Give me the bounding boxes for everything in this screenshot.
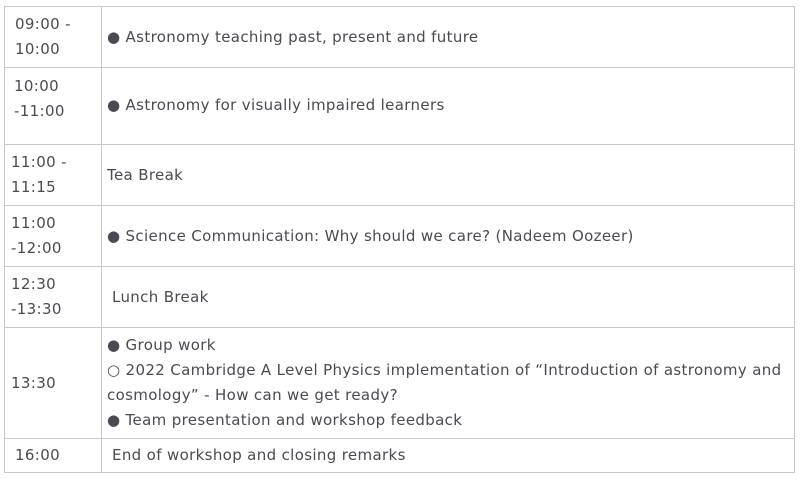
session-title: ● Science Communication: Why should we c… xyxy=(107,226,634,245)
time-end: -12:00 xyxy=(11,239,62,257)
table-row: 13:30 ● Group work ○ 2022 Cambridge A Le… xyxy=(4,327,795,439)
time-end: -13:30 xyxy=(11,300,62,318)
session-cell: End of workshop and closing remarks xyxy=(101,438,795,473)
session-cell: ● Astronomy teaching past, present and f… xyxy=(101,6,795,68)
session-title: Tea Break xyxy=(107,165,184,184)
session-item: ○ 2022 Cambridge A Level Physics impleme… xyxy=(107,361,782,404)
time-cell: 11:00 -12:00 xyxy=(4,205,102,267)
session-title: Lunch Break xyxy=(112,287,209,306)
time-cell: 11:00 - 11:15 xyxy=(4,144,102,206)
time-end: -11:00 xyxy=(14,102,65,120)
time-cell: 16:00 xyxy=(4,438,102,473)
time-start: 16:00 xyxy=(15,446,60,464)
time-cell: 13:30 xyxy=(4,327,102,439)
session-item: ● Group work xyxy=(107,336,216,354)
table-row: 16:00 End of workshop and closing remark… xyxy=(4,438,795,473)
session-title: ● Astronomy teaching past, present and f… xyxy=(107,27,479,46)
time-start: 13:30 xyxy=(11,373,56,392)
time-start: 12:30 xyxy=(11,275,56,293)
session-cell: ● Group work ○ 2022 Cambridge A Level Ph… xyxy=(101,327,795,439)
time-start: 11:00 - xyxy=(11,153,67,171)
session-title: ● Astronomy for visually impaired learne… xyxy=(107,96,445,114)
time-start: 09:00 - xyxy=(15,15,71,33)
time-end: 10:00 xyxy=(15,40,60,58)
time-end: 11:15 xyxy=(11,178,56,196)
schedule-table: 09:00 - 10:00 ● Astronomy teaching past,… xyxy=(4,6,795,473)
session-cell: Tea Break xyxy=(101,144,795,206)
table-row: 10:00 -11:00 ● Astronomy for visually im… xyxy=(4,67,795,145)
time-cell: 10:00 -11:00 xyxy=(4,67,102,145)
time-cell: 12:30 -13:30 xyxy=(4,266,102,328)
session-title: End of workshop and closing remarks xyxy=(112,446,406,464)
time-start: 11:00 xyxy=(11,214,56,232)
table-row: 11:00 -12:00 ● Science Communication: Wh… xyxy=(4,205,795,267)
table-row: 09:00 - 10:00 ● Astronomy teaching past,… xyxy=(4,6,795,68)
table-row: 11:00 - 11:15 Tea Break xyxy=(4,144,795,206)
time-start: 10:00 xyxy=(14,77,59,95)
session-item: ● Team presentation and workshop feedbac… xyxy=(107,411,463,429)
table-row: 12:30 -13:30 Lunch Break xyxy=(4,266,795,328)
session-cell: ● Astronomy for visually impaired learne… xyxy=(101,67,795,145)
session-cell: ● Science Communication: Why should we c… xyxy=(101,205,795,267)
time-cell: 09:00 - 10:00 xyxy=(4,6,102,68)
session-cell: Lunch Break xyxy=(101,266,795,328)
